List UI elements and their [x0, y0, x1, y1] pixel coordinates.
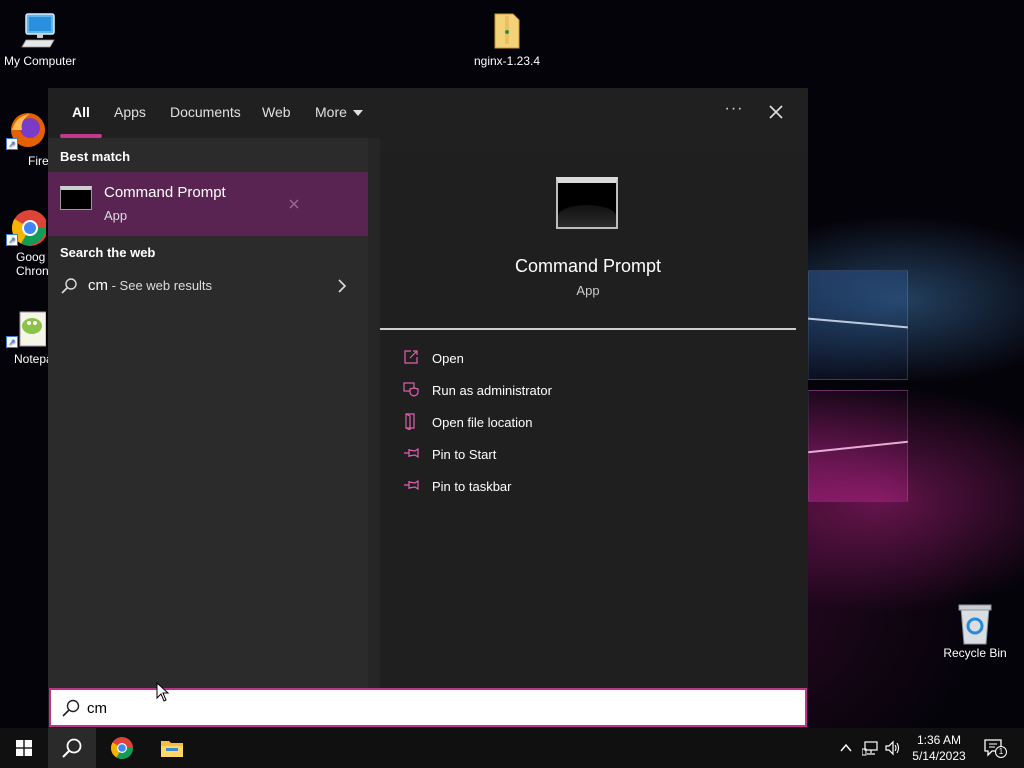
computer-icon [20, 10, 60, 50]
search-icon [62, 699, 80, 717]
shortcut-arrow-icon: ↗ [6, 336, 18, 348]
tab-all[interactable]: All [72, 104, 90, 120]
desktop-icon-label: nginx-1.23.4 [473, 54, 541, 68]
tab-more-label: More [315, 104, 347, 120]
notepad-plus-plus-icon: ↗ [6, 308, 47, 348]
command-prompt-icon [556, 177, 618, 229]
desktop-icon-label: Notepa [14, 352, 53, 366]
taskbar-file-explorer[interactable] [148, 728, 196, 768]
chevron-up-icon[interactable] [838, 740, 854, 756]
search-input[interactable] [87, 695, 787, 721]
desktop-icon-label: My Computer [3, 54, 77, 68]
shortcut-arrow-icon: ↗ [6, 138, 18, 150]
shortcut-arrow-icon: ↗ [6, 234, 18, 246]
close-button[interactable] [764, 100, 788, 124]
remove-result-button[interactable] [286, 196, 302, 212]
command-prompt-icon [60, 186, 92, 210]
desktop-icon-label: Goog Chron [16, 250, 49, 278]
action-label: Run as administrator [432, 383, 552, 398]
mouse-pointer-icon [156, 682, 170, 702]
close-icon [289, 199, 299, 209]
desktop-icon-label: Firefo [28, 154, 59, 168]
clock-date: 5/14/2023 [912, 749, 966, 763]
search-web-heading: Search the web [60, 245, 156, 260]
tab-documents[interactable]: Documents [170, 104, 241, 120]
pin-icon [404, 447, 419, 459]
chrome-icon: ↗ [6, 206, 48, 246]
desktop-icon-chrome[interactable]: ↗ Goog Chron [0, 206, 54, 278]
action-label: Open [432, 351, 464, 366]
search-icon [62, 738, 82, 758]
windows-logo-icon [16, 740, 32, 756]
tab-more[interactable]: More [315, 104, 363, 120]
notification-icon [984, 739, 1007, 758]
zip-folder-icon [487, 10, 527, 50]
taskbar-chrome[interactable] [98, 728, 146, 768]
results-list: Best match Command Prompt App Search the… [48, 138, 368, 688]
best-match-title: Command Prompt [104, 184, 226, 201]
shield-icon [403, 382, 419, 397]
desktop-icon-label: Recycle Bin [943, 646, 1007, 660]
best-match-result[interactable]: Command Prompt App [48, 172, 368, 236]
clock-time: 1:36 AM [916, 733, 962, 747]
close-icon [769, 105, 783, 119]
search-icon [61, 278, 77, 294]
best-match-heading: Best match [60, 149, 131, 164]
taskbar-clock[interactable]: 1:36 AM 5/14/2023 [904, 732, 974, 764]
best-match-subtitle: App [104, 208, 128, 223]
web-search-result[interactable]: cm - See web results [48, 270, 368, 302]
network-icon[interactable] [862, 740, 880, 756]
action-label: Pin to Start [432, 447, 497, 462]
folder-icon [161, 741, 183, 757]
web-result-text: cm - See web results [88, 277, 212, 294]
pin-icon [404, 479, 419, 491]
more-options-button[interactable]: ··· [722, 100, 746, 124]
result-details-pane: Command Prompt App Open Run as administr… [380, 152, 808, 688]
web-result-suffix: - See web results [108, 278, 213, 293]
details-subtitle: App [576, 283, 600, 298]
chrome-icon [111, 737, 133, 759]
search-filter-bar: All Apps Documents Web More ··· [48, 88, 808, 138]
desktop-icon-nginx-folder[interactable]: nginx-1.23.4 [467, 10, 547, 68]
desktop-icon-firefox[interactable]: ↗ Firefo [0, 110, 59, 168]
start-search-panel: All Apps Documents Web More ··· Best mat… [48, 88, 808, 728]
taskbar-search-button[interactable] [48, 728, 96, 768]
tab-apps[interactable]: Apps [114, 104, 146, 120]
open-icon [404, 350, 418, 364]
file-location-icon [405, 413, 415, 430]
column-gutter [368, 138, 380, 688]
details-title: Command Prompt [514, 256, 662, 276]
desktop-icon-notepadpp[interactable]: ↗ Notepa [0, 308, 54, 366]
taskbar: 1:36 AM 5/14/2023 1 [0, 728, 1024, 768]
web-result-query: cm [88, 277, 108, 294]
caret-down-icon [352, 110, 363, 117]
action-label: Pin to taskbar [432, 479, 512, 494]
recycle-bin-icon [955, 602, 995, 645]
desktop-icon-my-computer[interactable]: My Computer [0, 10, 80, 68]
volume-icon[interactable] [884, 740, 902, 756]
tab-web[interactable]: Web [262, 104, 291, 120]
details-divider [380, 328, 796, 330]
action-label: Open file location [432, 415, 533, 430]
chevron-right-icon [338, 279, 347, 293]
desktop-icon-recycle-bin[interactable]: Recycle Bin [935, 602, 1015, 660]
firefox-icon: ↗ [6, 110, 46, 150]
notification-count: 1 [998, 747, 1004, 756]
notification-center-button[interactable]: 1 [980, 728, 1014, 768]
start-button[interactable] [0, 728, 48, 768]
